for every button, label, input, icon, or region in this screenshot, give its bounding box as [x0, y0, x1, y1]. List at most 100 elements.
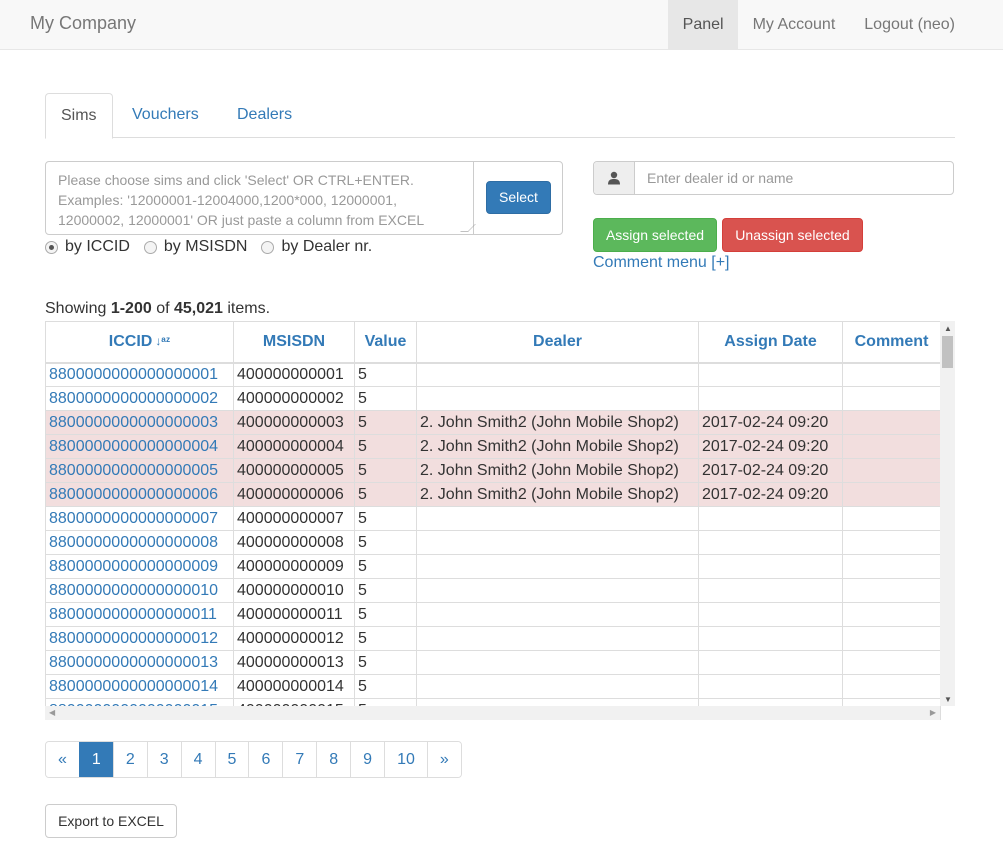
cell-iccid[interactable]: 8800000000000000007: [45, 506, 234, 531]
table-row[interactable]: 8800000000000000012 400000000012 5: [45, 626, 941, 651]
cell-value: 5: [354, 362, 417, 387]
assign-selected-button[interactable]: Assign selected: [593, 218, 717, 252]
column-header-iccid[interactable]: ICCID ↓ᵃᶻ: [45, 321, 234, 364]
column-header-dealer[interactable]: Dealer: [416, 321, 699, 364]
cell-iccid[interactable]: 8800000000000000005: [45, 458, 234, 483]
tab-dealers[interactable]: Dealers: [222, 93, 307, 138]
cell-assign-date: [698, 674, 843, 699]
radio-by-msisdn[interactable]: by MSISDN: [143, 238, 248, 256]
pagination-page[interactable]: 4: [180, 742, 215, 777]
cell-dealer: [416, 386, 699, 411]
dealer-addon: [594, 162, 635, 194]
cell-value: 5: [354, 386, 417, 411]
pagination-page[interactable]: 6: [248, 742, 283, 777]
radio-by-dealer[interactable]: by Dealer nr.: [261, 238, 372, 256]
cell-assign-date: [698, 650, 843, 675]
column-header-value[interactable]: Value: [354, 321, 417, 364]
sort-ascending-icon[interactable]: ↓ᵃᶻ: [155, 334, 170, 348]
scroll-down-icon[interactable]: ▼: [944, 695, 952, 704]
pagination-next[interactable]: »: [426, 742, 461, 777]
cell-iccid[interactable]: 8800000000000000008: [45, 530, 234, 555]
export-excel-button[interactable]: Export to EXCEL: [45, 804, 177, 838]
column-header-comment[interactable]: Comment: [842, 321, 941, 364]
cell-comment: [842, 506, 941, 531]
cell-iccid[interactable]: 8800000000000000002: [45, 386, 234, 411]
horizontal-scrollbar[interactable]: ◀ ▶: [45, 706, 940, 720]
table-row[interactable]: 8800000000000000002 400000000002 5: [45, 386, 941, 411]
table-row[interactable]: 8800000000000000011 400000000011 5: [45, 602, 941, 627]
table-row[interactable]: 8800000000000000009 400000000009 5: [45, 554, 941, 579]
unassign-selected-button[interactable]: Unassign selected: [722, 218, 863, 252]
cell-iccid[interactable]: 8800000000000000014: [45, 674, 234, 699]
pagination-page[interactable]: 8: [316, 742, 351, 777]
cell-msisdn: 400000000009: [233, 554, 355, 579]
select-button[interactable]: Select: [486, 181, 551, 214]
dealer-search-input[interactable]: Enter dealer id or name: [635, 162, 953, 194]
table-row[interactable]: 8800000000000000004 400000000004 5 2. John …: [45, 434, 941, 459]
nav-panel[interactable]: Panel: [668, 0, 739, 49]
tab-sims[interactable]: Sims: [45, 93, 113, 139]
radio-label: by ICCID: [65, 238, 130, 255]
table-row[interactable]: 8800000000000000013 400000000013 5: [45, 650, 941, 675]
summary-total: 45,021: [173, 300, 223, 317]
column-header-assign-date[interactable]: Assign Date: [698, 321, 843, 364]
table-row[interactable]: 8800000000000000007 400000000007 5: [45, 506, 941, 531]
table-row[interactable]: 8800000000000000008 400000000008 5: [45, 530, 941, 555]
cell-iccid[interactable]: 8800000000000000003: [45, 410, 234, 435]
table-row[interactable]: 8800000000000000006 400000000006 5 2. John …: [45, 482, 941, 507]
pagination-page[interactable]: 2: [112, 742, 147, 777]
cell-dealer: 2. John Smith2 (John Mobile Shop2): [416, 434, 699, 459]
brand-logo[interactable]: My Company: [30, 13, 136, 34]
pagination-page[interactable]: 7: [282, 742, 317, 777]
table-row[interactable]: 8800000000000000001 400000000001 5: [45, 362, 941, 387]
table-row[interactable]: 8800000000000000014 400000000014 5: [45, 674, 941, 699]
tab-vouchers[interactable]: Vouchers: [117, 93, 214, 138]
cell-iccid[interactable]: 8800000000000000011: [45, 602, 234, 627]
pagination-page[interactable]: 3: [146, 742, 181, 777]
scrollbar-thumb[interactable]: [942, 336, 953, 368]
scroll-left-icon[interactable]: ◀: [49, 708, 55, 717]
cell-iccid[interactable]: 8800000000000000006: [45, 482, 234, 507]
cell-assign-date: [698, 506, 843, 531]
navbar: My Company Panel My Account Logout (neo): [0, 0, 1003, 50]
pagination-page[interactable]: 9: [350, 742, 385, 777]
cell-iccid[interactable]: 8800000000000000012: [45, 626, 234, 651]
cell-iccid[interactable]: 8800000000000000013: [45, 650, 234, 675]
radio-checked-icon[interactable]: [45, 240, 58, 254]
pagination: «1 2 3 4 5 6 7 8 9 10»: [45, 741, 462, 778]
cell-dealer: 2. John Smith2 (John Mobile Shop2): [416, 482, 699, 507]
cell-iccid[interactable]: 8800000000000000001: [45, 362, 234, 387]
cell-value: 5: [354, 650, 417, 675]
radio-unchecked-icon[interactable]: [143, 240, 157, 254]
cell-comment: [842, 434, 941, 459]
nav-my-account[interactable]: My Account: [738, 0, 850, 49]
nav-logout[interactable]: Logout (neo): [850, 0, 1003, 49]
cell-iccid[interactable]: 8800000000000000010: [45, 578, 234, 603]
table-row[interactable]: 8800000000000000003 400000000003 5 2. John …: [45, 410, 941, 435]
comment-menu-link[interactable]: Comment menu [+]: [593, 254, 730, 272]
table-row[interactable]: 8800000000000000005 400000000005 5 2. John …: [45, 458, 941, 483]
scroll-up-icon[interactable]: ▲: [944, 324, 952, 333]
cell-value: 5: [354, 458, 417, 483]
cell-dealer: [416, 602, 699, 627]
vertical-scrollbar[interactable]: ▲ ▼: [940, 321, 955, 706]
cell-assign-date: [698, 362, 843, 387]
table-row[interactable]: 8800000000000000010 400000000010 5: [45, 578, 941, 603]
sims-textarea[interactable]: Please choose sims and click 'Select' OR…: [46, 162, 474, 234]
radio-unchecked-icon[interactable]: [261, 240, 275, 254]
pagination-page[interactable]: 5: [214, 742, 249, 777]
scroll-right-icon[interactable]: ▶: [930, 708, 936, 717]
column-header-msisdn[interactable]: MSISDN: [233, 321, 355, 364]
pagination-page[interactable]: 10: [384, 742, 427, 777]
cell-assign-date: [698, 602, 843, 627]
radio-label: by MSISDN: [163, 238, 248, 255]
cell-msisdn: 400000000005: [233, 458, 355, 483]
cell-comment: [842, 602, 941, 627]
pagination-page[interactable]: 1: [78, 742, 113, 777]
radio-by-iccid[interactable]: by ICCID: [45, 238, 130, 256]
pagination-prev[interactable]: «: [46, 742, 79, 777]
cell-iccid[interactable]: 8800000000000000009: [45, 554, 234, 579]
cell-iccid[interactable]: 8800000000000000004: [45, 434, 234, 459]
cell-msisdn: 400000000013: [233, 650, 355, 675]
cell-dealer: [416, 530, 699, 555]
